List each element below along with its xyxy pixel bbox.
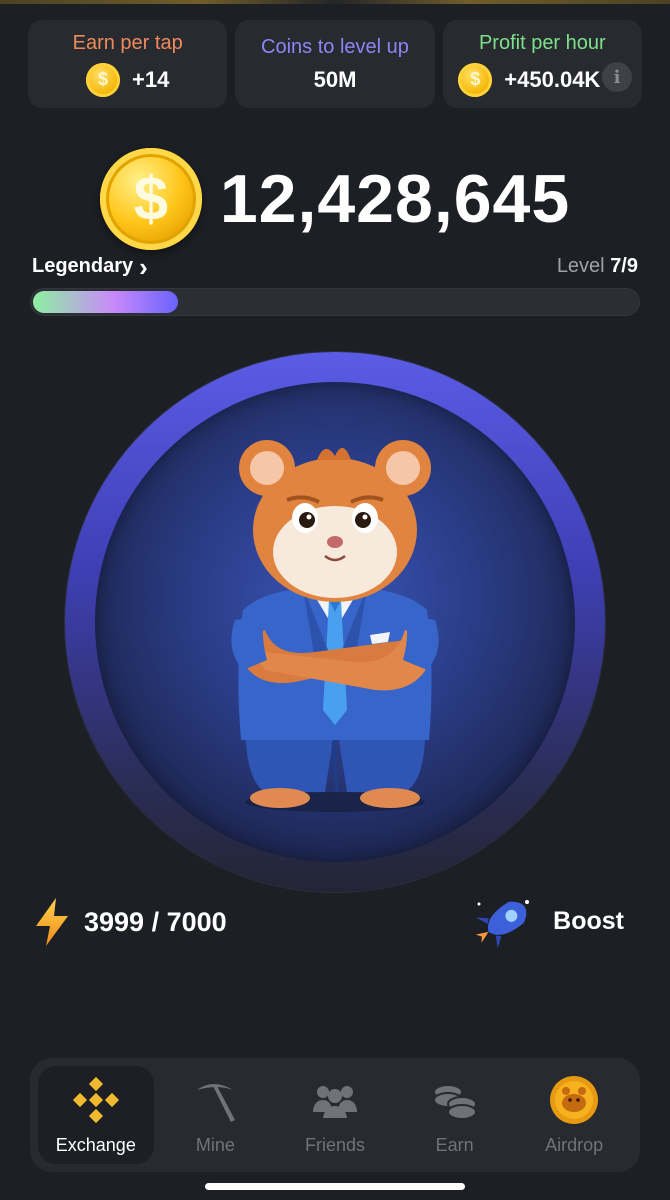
friends-icon (310, 1075, 360, 1125)
coin-icon: $ (458, 62, 493, 97)
energy-value: 3999 / 7000 (84, 906, 227, 937)
profit-per-hour-label: Profit per hour (478, 31, 606, 54)
info-icon[interactable]: i (601, 62, 632, 92)
rank-link[interactable]: Legendary › (32, 251, 148, 282)
coins-to-level-up-card[interactable]: Coins to level up 50M (235, 20, 435, 108)
nav-item-label: Earn (435, 1134, 474, 1155)
rank-label: Legendary (32, 255, 134, 277)
nav-item-friends[interactable]: Friends (277, 1066, 393, 1164)
earn-per-tap-value-row: $ +14 (86, 62, 170, 97)
dollar-coin-icon: $ (99, 148, 202, 250)
profit-per-hour-value-row: $ +450.04K (458, 62, 601, 97)
energy-indicator: 3999 / 7000 (34, 898, 227, 946)
level-progress-fill (33, 291, 178, 313)
earn-per-tap-label: Earn per tap (72, 31, 183, 54)
boost-label: Boost (553, 906, 624, 935)
nav-item-label: Mine (195, 1134, 235, 1155)
app-screen: Earn per tap $ +14 Coins to level up 50M… (0, 0, 670, 1200)
hamster-ceo-illustration (231, 440, 439, 812)
earn-per-tap-card[interactable]: Earn per tap $ +14 (28, 20, 228, 108)
nav-item-airdrop[interactable]: Airdrop (516, 1066, 632, 1164)
bottom-nav: Exchange Mine Friends Earn Airdrop (30, 1058, 640, 1172)
coins-stack-icon (430, 1075, 480, 1125)
balance-value: 12,428,645 (219, 161, 571, 237)
level-prefix: Level (556, 255, 611, 277)
nav-item-mine[interactable]: Mine (158, 1066, 274, 1164)
profit-per-hour-card[interactable]: Profit per hour $ +450.04K i (442, 20, 642, 108)
boost-button[interactable]: Boost (471, 894, 624, 948)
binance-icon (71, 1075, 121, 1125)
coin-icon: $ (86, 62, 120, 97)
balance: $ 12,428,645 (0, 148, 670, 250)
coins-to-level-up-value-row: 50M (314, 67, 357, 93)
level-value: 7/9 (610, 255, 638, 277)
chevron-right-icon: › (139, 251, 148, 282)
nav-item-label: Exchange (55, 1134, 136, 1155)
level-row: Legendary › Level 7/9 (32, 251, 638, 282)
level-progress-bar (30, 288, 640, 316)
level-indicator: Level 7/9 (557, 255, 638, 278)
coins-to-level-up-value: 50M (313, 66, 357, 92)
stats-row: Earn per tap $ +14 Coins to level up 50M… (28, 20, 642, 108)
rocket-icon (475, 900, 530, 948)
nav-item-exchange[interactable]: Exchange (38, 1066, 154, 1164)
nav-item-label: Airdrop (545, 1134, 604, 1155)
pickaxe-icon (190, 1075, 240, 1125)
nav-item-label: Friends (304, 1134, 365, 1155)
nav-item-earn[interactable]: Earn (397, 1066, 513, 1164)
profit-per-hour-value: +450.04K (504, 66, 601, 92)
hamster-coin-icon (549, 1075, 599, 1125)
coins-to-level-up-label: Coins to level up (261, 35, 409, 58)
home-indicator (205, 1183, 465, 1190)
lightning-icon (36, 898, 68, 946)
earn-per-tap-value: +14 (132, 66, 170, 92)
